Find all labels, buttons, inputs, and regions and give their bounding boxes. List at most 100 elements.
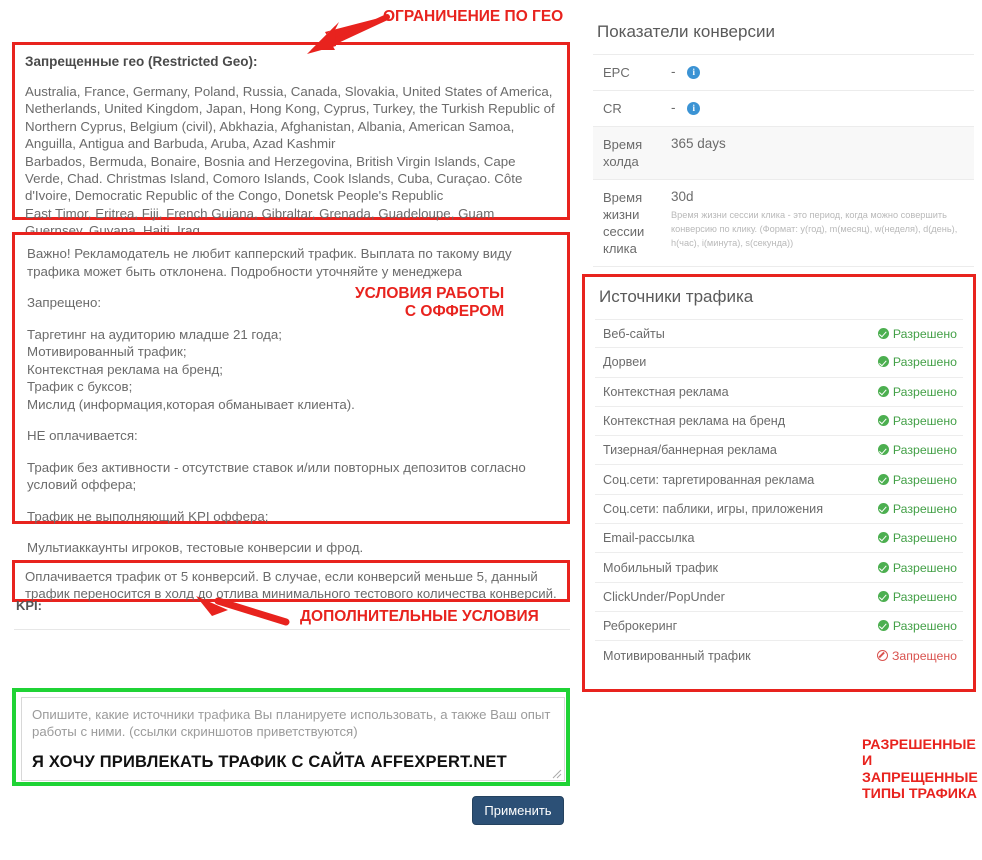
- traffic-sources-textarea[interactable]: Опишите, какие источники трафика Вы план…: [21, 697, 565, 781]
- traffic-source-status-label: Разрешено: [892, 414, 957, 429]
- terms-unpaid-item-2: Трафик не выполняющий KPI оффера;: [27, 508, 269, 524]
- traffic-sources-list: Веб-сайты Разрешено Дорвеи Разрешено Контекс…: [595, 319, 963, 671]
- traffic-source-status-label: Разрешено: [892, 384, 957, 399]
- traffic-source-status: Разрешено: [877, 355, 957, 370]
- terms-important-note: Важно! Рекламодатель не любит капперский…: [27, 246, 512, 279]
- traffic-source-status: Разрешено: [877, 531, 957, 546]
- traffic-sources-title: Источники трафика: [599, 287, 754, 306]
- annotation-offer-terms-line1: УСЛОВИЯ РАБОТЫ: [355, 285, 505, 302]
- check-circle-icon: [877, 561, 889, 573]
- restricted-geo-title: Запрещенные гео (Restricted Geo):: [25, 54, 258, 69]
- traffic-source-status: Разрешено: [877, 443, 957, 458]
- traffic-source-name: Контекстная реклама: [603, 384, 729, 399]
- traffic-source-status: Разрешено: [877, 502, 957, 516]
- metrics-row-value: - i: [671, 64, 966, 81]
- traffic-source-status-label: Разрешено: [892, 326, 957, 341]
- check-circle-icon: [877, 444, 889, 456]
- traffic-source-row: Мобильный трафик Разрешено: [595, 553, 963, 583]
- metrics-row-key: CR: [603, 101, 622, 116]
- restricted-geo-list: Australia, France, Germany, Poland, Russ…: [25, 84, 555, 239]
- kpi-label: KPI:: [16, 598, 42, 613]
- traffic-source-status-label: Запрещено: [891, 648, 957, 663]
- traffic-source-row: Реброкеринг Разрешено: [595, 612, 963, 642]
- annotation-offer-terms-line2: С ОФФЕРОМ: [404, 302, 505, 320]
- traffic-source-status: Разрешено: [877, 414, 957, 429]
- metrics-row: EPC - i: [593, 54, 974, 90]
- traffic-source-row: Веб-сайты Разрешено: [595, 319, 963, 349]
- check-circle-icon: [877, 532, 889, 544]
- traffic-source-status-label: Разрешено: [892, 619, 957, 634]
- traffic-source-row: Мотивированный трафик Запрещено: [595, 641, 963, 670]
- traffic-source-status: Разрешено: [877, 384, 957, 399]
- annotation-arrow-geo: [307, 14, 390, 54]
- traffic-source-row: ClickUnder/PopUnder Разрешено: [595, 583, 963, 612]
- traffic-source-status-label: Разрешено: [892, 355, 957, 370]
- traffic-source-name: Мобильный трафик: [603, 560, 719, 575]
- traffic-source-row: Соц.сети: паблики, игры, приложения Разре…: [595, 495, 963, 525]
- metrics-row-value: 30d Время жизни сессии клика - это перио…: [671, 189, 966, 257]
- metrics-value-text: -: [671, 64, 676, 79]
- traffic-source-status: Разрешено: [877, 619, 957, 634]
- traffic-source-status: Разрешено: [877, 561, 957, 575]
- resize-grip-icon[interactable]: [550, 767, 562, 779]
- traffic-source-row: Соц.сети: таргетированная реклама Разреше…: [595, 465, 963, 495]
- annotation-traffic-types-line3: ТИПЫ ТРАФИКА: [862, 786, 977, 803]
- traffic-source-status: Разрешено: [877, 590, 957, 604]
- traffic-source-name: Дорвеи: [603, 355, 647, 370]
- application-form-block: Опишите, какие источники трафика Вы план…: [12, 688, 570, 786]
- terms-unpaid-item-1: Трафик без активности - отсутствие ставо…: [27, 459, 526, 493]
- page-root: Запрещенные гео (Restricted Geo): Austra…: [0, 0, 982, 860]
- traffic-source-name: Тизерная/баннерная реклама: [603, 443, 777, 458]
- metrics-row-key: EPC: [603, 65, 630, 80]
- metrics-value-hint: Время жизни сессии клика - это период, к…: [671, 210, 958, 248]
- apply-button[interactable]: Применить: [472, 796, 564, 825]
- metrics-row-key: Время холда: [603, 137, 643, 169]
- metrics-row-key: Время жизни сессии клика: [603, 190, 645, 256]
- traffic-source-status-label: Разрешено: [892, 443, 957, 458]
- metrics-row: CR - i: [593, 90, 974, 126]
- terms-unpaid-item-3: Мультиаккаунты игроков, тестовые конверс…: [27, 540, 364, 555]
- traffic-source-row: Контекстная реклама Разрешено: [595, 378, 963, 407]
- traffic-source-status: Запрещено: [876, 648, 957, 663]
- annotation-traffic-types-line1: РАЗРЕШЕННЫЕ: [862, 737, 976, 753]
- annotation-offer-terms: УСЛОВИЯ РАБОТЫ С ОФФЕРОМ: [355, 285, 504, 321]
- traffic-source-row: Email-рассылка Разрешено: [595, 524, 963, 554]
- metrics-row: Время жизни сессии клика 30d Время жизни…: [593, 179, 974, 267]
- metrics-row-value: - i: [671, 100, 966, 117]
- check-circle-icon: [877, 473, 889, 485]
- traffic-source-name: Соц.сети: паблики, игры, приложения: [603, 501, 824, 516]
- offer-terms-block: Важно! Рекламодатель не любит капперский…: [12, 232, 570, 555]
- annotation-traffic-types: РАЗРЕШЕННЫЕ И ЗАПРЕЩЕННЫЕ ТИПЫ ТРАФИКА П…: [862, 737, 982, 803]
- restricted-geo-block: Запрещенные гео (Restricted Geo): Austra…: [12, 42, 570, 238]
- traffic-source-status: Разрешено: [877, 326, 957, 341]
- traffic-source-name: ClickUnder/PopUnder: [603, 589, 725, 604]
- traffic-source-name: Веб-сайты: [603, 326, 665, 341]
- check-circle-icon: [877, 620, 889, 632]
- info-icon[interactable]: i: [687, 102, 701, 115]
- ban-circle-icon: [876, 649, 888, 661]
- check-circle-icon: [877, 590, 889, 602]
- traffic-source-row: Дорвеи Разрешено: [595, 348, 963, 378]
- traffic-source-name: Email-рассылка: [603, 531, 695, 546]
- traffic-source-row: Тизерная/баннерная реклама Разрешено: [595, 436, 963, 466]
- traffic-source-name: Реброкеринг: [603, 619, 678, 634]
- check-circle-icon: [877, 385, 889, 397]
- annotation-traffic-types-line2: И ЗАПРЕЩЕННЫЕ: [862, 753, 978, 786]
- traffic-source-row: Контекстная реклама на бренд Разрешено: [595, 407, 963, 437]
- traffic-source-status-label: Разрешено: [892, 472, 957, 487]
- traffic-source-status-label: Разрешено: [892, 531, 957, 546]
- traffic-source-name: Мотивированный трафик: [603, 648, 751, 663]
- conversion-metrics-panel: Показатели конверсии EPC - i CR - i Врем…: [593, 22, 974, 267]
- metrics-row: Время холда 365 days: [593, 126, 974, 179]
- metrics-value-text: 30d: [671, 189, 694, 204]
- annotation-additional-conditions: ДОПОЛНИТЕЛЬНЫЕ УСЛОВИЯ: [300, 608, 539, 625]
- textarea-placeholder: Опишите, какие источники трафика Вы план…: [32, 707, 551, 740]
- terms-forbidden-list: Таргетинг на аудиторию младше 21 года; М…: [27, 326, 355, 412]
- check-circle-icon: [877, 356, 889, 368]
- traffic-sources-panel: Источники трафика Веб-сайты Разрешено Дорв…: [582, 274, 976, 692]
- traffic-source-status: Разрешено: [877, 472, 957, 487]
- annotation-arrow-additional: [196, 596, 290, 626]
- check-circle-icon: [877, 415, 889, 427]
- traffic-source-name: Соц.сети: таргетированная реклама: [603, 472, 815, 487]
- info-icon[interactable]: i: [687, 66, 701, 79]
